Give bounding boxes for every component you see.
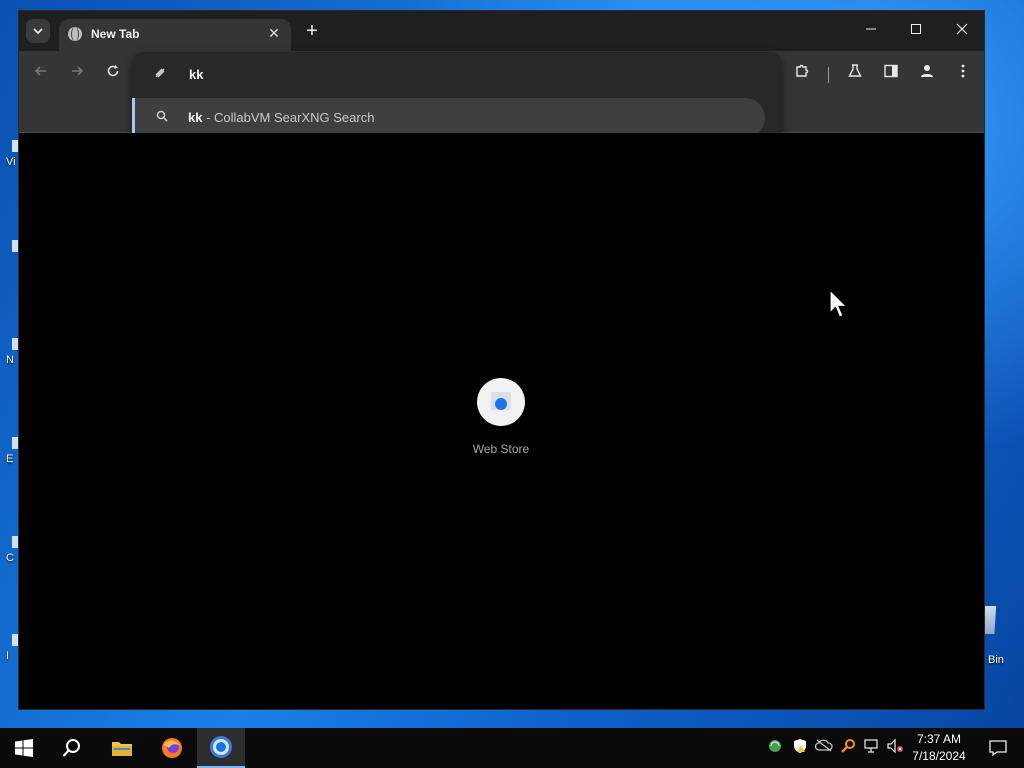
maximize-button[interactable] bbox=[901, 19, 931, 43]
suggestion-query: kk bbox=[188, 110, 203, 125]
minimize-icon bbox=[866, 28, 876, 30]
desktop-icon[interactable] bbox=[0, 240, 20, 252]
chevron-down-icon bbox=[33, 28, 43, 35]
notification-icon bbox=[989, 740, 1007, 756]
taskbar-search-button[interactable] bbox=[48, 728, 96, 768]
shortcut-label: Web Store bbox=[472, 442, 530, 456]
search-engine-icon bbox=[154, 67, 168, 81]
menu-button[interactable] bbox=[952, 63, 974, 85]
onedrive-icon[interactable] bbox=[814, 738, 833, 756]
desktop-icon[interactable]: I bbox=[0, 634, 20, 662]
clock-date: 7/18/2024 bbox=[912, 749, 966, 763]
omnibox[interactable]: kk bbox=[132, 52, 782, 98]
extensions-button[interactable] bbox=[791, 63, 813, 85]
omnibox-dropdown: kk kk - CollabVM SearXNG Search bbox=[132, 52, 782, 145]
security-shield-icon[interactable] bbox=[791, 738, 809, 756]
omnibox-input-value[interactable]: kk bbox=[189, 67, 203, 82]
taskbar-chrome[interactable] bbox=[197, 728, 245, 768]
globe-icon bbox=[68, 27, 82, 41]
chrome-icon bbox=[210, 736, 232, 758]
taskbar-file-explorer[interactable] bbox=[98, 728, 146, 768]
search-icon bbox=[156, 110, 170, 124]
desktop-icon[interactable]: E bbox=[0, 437, 20, 465]
tab-close-button[interactable]: ✕ bbox=[265, 24, 283, 42]
taskbar-firefox[interactable] bbox=[148, 728, 196, 768]
volume-muted-icon[interactable] bbox=[886, 738, 904, 756]
start-button[interactable] bbox=[0, 728, 48, 768]
recycle-bin-label: Bin bbox=[988, 654, 1004, 666]
suggestion-suffix: - CollabVM SearXNG Search bbox=[202, 110, 375, 125]
desktop-icon[interactable]: Vi bbox=[0, 140, 20, 168]
suggestion-text: kk - CollabVM SearXNG Search bbox=[188, 110, 374, 125]
firefox-icon bbox=[162, 738, 182, 758]
minimize-button[interactable] bbox=[856, 19, 886, 43]
kebab-menu-icon bbox=[961, 64, 965, 78]
reload-icon bbox=[107, 65, 119, 77]
profile-button[interactable] bbox=[916, 63, 938, 85]
file-explorer-icon bbox=[112, 742, 132, 756]
reload-button[interactable] bbox=[102, 63, 124, 85]
forward-button[interactable] bbox=[66, 63, 88, 85]
puzzle-icon bbox=[796, 64, 809, 77]
new-tab-page: Web Store bbox=[19, 133, 984, 709]
tab-new-tab[interactable]: New Tab ✕ bbox=[59, 19, 291, 51]
shortcut-web-store[interactable]: Web Store bbox=[459, 378, 543, 456]
arrow-right-icon bbox=[72, 66, 84, 76]
back-button[interactable] bbox=[30, 63, 52, 85]
selection-indicator bbox=[132, 98, 135, 138]
action-center-button[interactable] bbox=[978, 728, 1018, 768]
search-icon bbox=[62, 739, 80, 757]
network-sync-icon[interactable] bbox=[766, 738, 784, 756]
tab-search-button[interactable] bbox=[26, 19, 50, 43]
tab-title: New Tab bbox=[91, 27, 140, 41]
taskbar-clock[interactable]: 7:37 AM 7/18/2024 bbox=[906, 731, 972, 765]
desktop-icon[interactable]: N bbox=[0, 338, 20, 366]
arrow-left-icon bbox=[34, 66, 46, 76]
web-store-icon bbox=[477, 378, 525, 426]
taskbar: 7:37 AM 7/18/2024 bbox=[0, 728, 1024, 768]
side-panel-icon bbox=[884, 64, 898, 78]
flask-icon bbox=[848, 64, 862, 77]
maximize-icon bbox=[911, 24, 921, 34]
new-tab-button[interactable]: + bbox=[301, 21, 323, 43]
browser-window: New Tab ✕ + kk kk - CollabVM SearXNG Sea… bbox=[18, 10, 985, 710]
person-icon bbox=[921, 65, 933, 77]
labs-button[interactable] bbox=[844, 63, 866, 85]
desktop-icon[interactable]: C bbox=[0, 536, 20, 564]
toolbar-divider bbox=[828, 67, 829, 83]
clock-time: 7:37 AM bbox=[916, 732, 962, 746]
start-icon bbox=[15, 739, 33, 757]
omnibox-suggestion[interactable]: kk - CollabVM SearXNG Search bbox=[132, 98, 765, 138]
network-icon[interactable] bbox=[862, 738, 880, 756]
close-window-button[interactable] bbox=[947, 19, 977, 43]
close-icon bbox=[956, 23, 968, 35]
search-tray-icon[interactable] bbox=[839, 738, 857, 756]
title-bar: New Tab ✕ + bbox=[19, 11, 984, 51]
side-panel-button[interactable] bbox=[880, 63, 902, 85]
